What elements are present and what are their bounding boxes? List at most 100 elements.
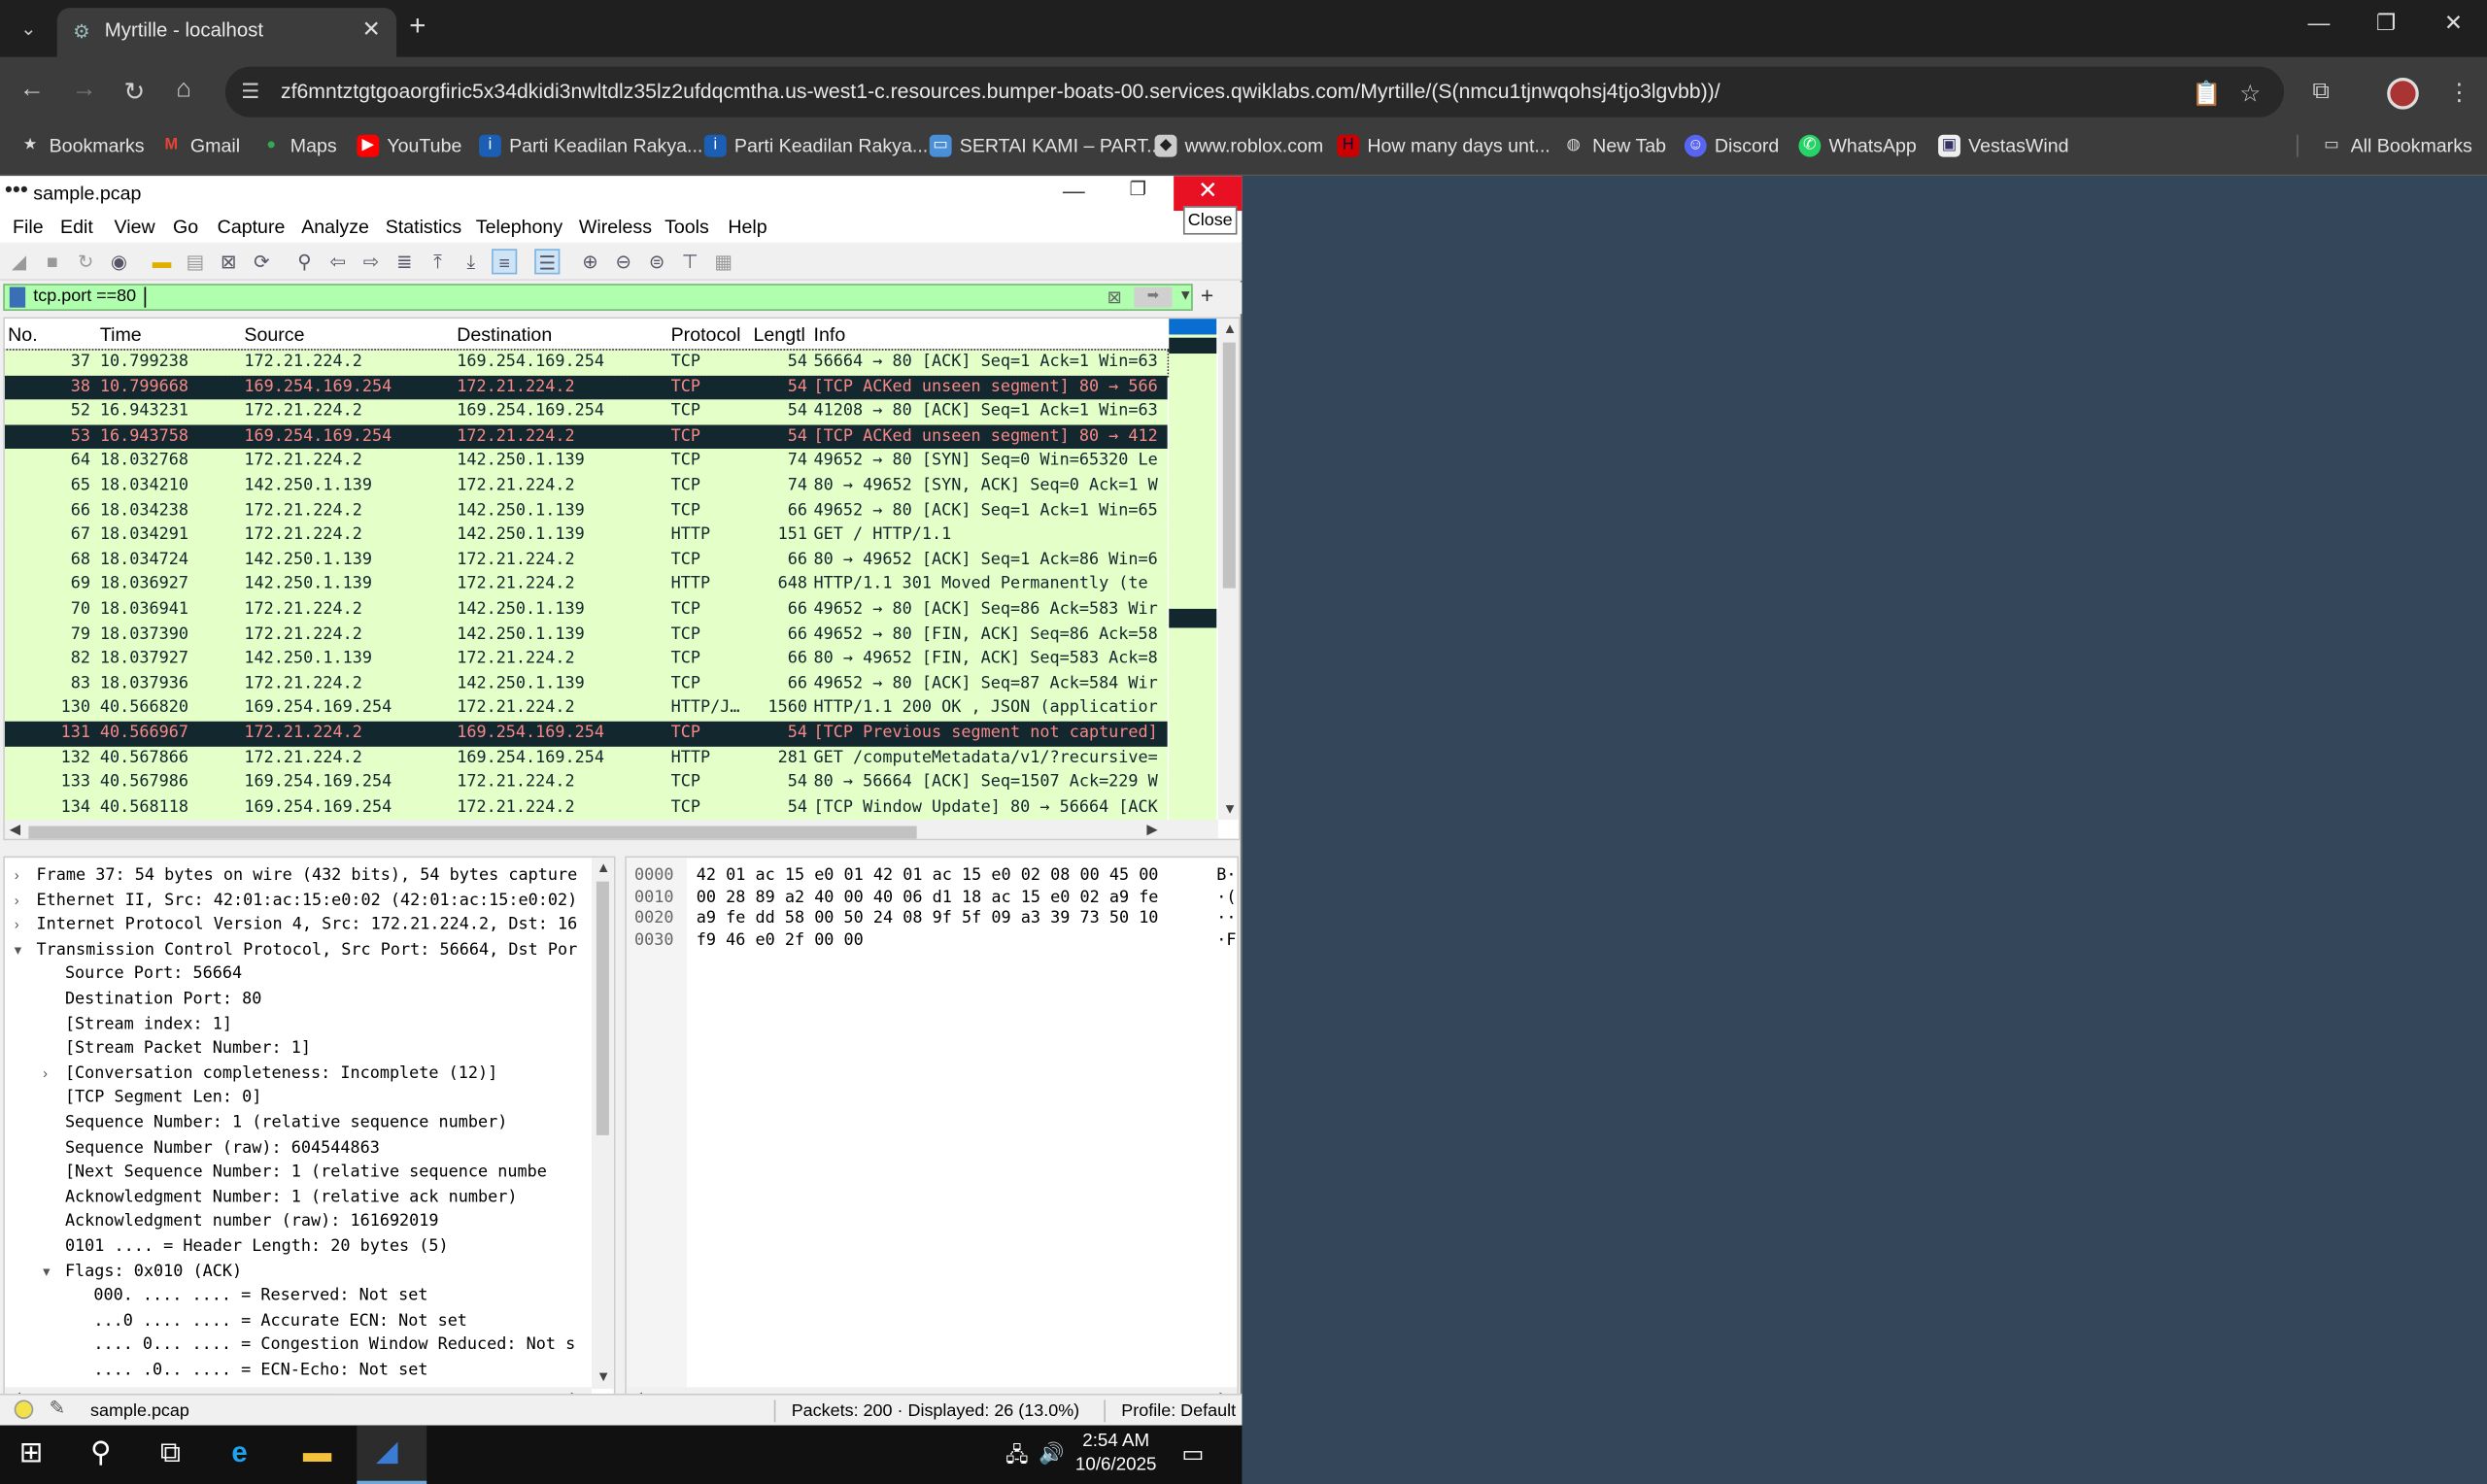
detail-line[interactable]: Sequence Number: 1 (relative sequence nu…	[65, 1113, 507, 1137]
windows-start-icon[interactable]: ⊞	[19, 1436, 44, 1469]
back-icon[interactable]: ←	[19, 76, 45, 104]
bookmark-maps[interactable]: ● Maps	[260, 135, 336, 157]
save-file-icon[interactable]: ▤	[183, 249, 208, 274]
packet-row[interactable]: 37 10.799238 172.21.224.2 169.254.169.254 TC…	[4, 349, 1170, 377]
status-profile[interactable]: Profile: Default	[1121, 1401, 1236, 1421]
menu-analyze[interactable]: Analyze	[301, 216, 369, 238]
menu-view[interactable]: View	[115, 216, 155, 238]
close-window-icon[interactable]: ✕	[2444, 10, 2463, 37]
go-back-icon[interactable]: ⇦	[325, 249, 351, 274]
tab-search-chevron-icon[interactable]: ⌄	[10, 10, 48, 48]
search-icon[interactable]: ⚲	[90, 1436, 112, 1469]
packet-row[interactable]: 66 18.034238 172.21.224.2 142.250.1.139 TCP 6…	[4, 498, 1168, 524]
bookmark-vestaswind[interactable]: ▣ VestasWind	[1938, 134, 2069, 157]
bytes-ascii[interactable]: B·	[1216, 865, 1236, 885]
clipboard-icon[interactable]: 📋	[2192, 80, 2222, 108]
detail-line[interactable]: [Stream index: 1]	[65, 1014, 232, 1038]
packet-row[interactable]: 82 18.037927 142.250.1.139 172.21.224.2 TCP 6…	[4, 647, 1168, 672]
new-tab-icon[interactable]: +	[409, 10, 426, 43]
profile-avatar[interactable]	[2387, 77, 2419, 110]
menu-statistics[interactable]: Statistics	[386, 216, 461, 238]
packet-row[interactable]: 133 40.567986 169.254.169.254 172.21.224.2 T…	[4, 770, 1168, 796]
internet-explorer-icon[interactable]: e	[231, 1436, 247, 1469]
col-source[interactable]: Source	[244, 323, 304, 346]
detail-line[interactable]: 0101 .... = Header Length: 20 bytes (5)	[65, 1236, 449, 1261]
col-no[interactable]: No.	[8, 323, 38, 346]
packet-row[interactable]: 130 40.566820 169.254.169.254 172.21.224.2 H…	[4, 696, 1168, 722]
network-icon[interactable]: 🖧	[1005, 1441, 1029, 1476]
detail-line[interactable]: ...0 .... .... = Accurate ECN: Not set	[93, 1311, 467, 1335]
stop-capture-icon[interactable]: ■	[40, 249, 65, 274]
expert-info-icon[interactable]	[14, 1400, 34, 1420]
detail-line[interactable]: .... 0... .... = Congestion Window Reduc…	[93, 1335, 575, 1360]
add-filter-button-icon[interactable]: +	[1201, 283, 1213, 308]
menu-wireless[interactable]: Wireless	[579, 216, 652, 238]
menu-capture[interactable]: Capture	[218, 216, 286, 238]
home-icon[interactable]: ⌂	[176, 76, 191, 104]
packet-row[interactable]: 68 18.034724 142.250.1.139 172.21.224.2 TCP 6…	[4, 548, 1168, 573]
bytes-hex[interactable]: 42 01 ac 15 e0 01 42 01 ac 15 e0 02 08 0…	[697, 865, 1159, 885]
detail-line[interactable]: Flags: 0x010 (ACK)	[65, 1262, 242, 1286]
packet-list-hscroll[interactable]: ◀ ▶	[4, 819, 1218, 839]
task-view-icon[interactable]: ⧉	[160, 1436, 181, 1469]
close-file-icon[interactable]: ⊠	[216, 249, 241, 274]
packet-row[interactable]: 79 18.037390 172.21.224.2 142.250.1.139 TCP 6…	[4, 622, 1168, 648]
menu-help[interactable]: Help	[728, 216, 767, 238]
bytes-hex[interactable]: a9 fe dd 58 00 50 24 08 9f 5f 09 a3 39 7…	[697, 909, 1159, 928]
menu-go[interactable]: Go	[173, 216, 198, 238]
menu-file[interactable]: File	[13, 216, 44, 238]
bookmark-bookmarks[interactable]: ★ Bookmarks	[19, 135, 145, 157]
wireshark-taskbar-button[interactable]: ◢	[357, 1425, 427, 1484]
detail-line[interactable]: Sequence Number (raw): 604544863	[65, 1137, 380, 1162]
detail-line[interactable]: [TCP Segment Len: 0]	[65, 1089, 261, 1113]
bookmark-parti-2[interactable]: i Parti Keadilan Rakya...	[703, 134, 928, 157]
detail-line[interactable]: Internet Protocol Version 4, Src: 172.21…	[37, 915, 578, 939]
normal-size-icon[interactable]: ⊜	[644, 249, 669, 274]
filter-history-icon[interactable]: ▼	[1178, 287, 1193, 302]
detail-line[interactable]: Transmission Control Protocol, Src Port:…	[37, 940, 578, 964]
minimize-icon[interactable]: —	[2308, 10, 2331, 35]
packet-row[interactable]: 65 18.034210 142.250.1.139 172.21.224.2 TCP 7…	[4, 474, 1168, 499]
go-to-packet-icon[interactable]: ≣	[392, 249, 417, 274]
ws-maximize-icon[interactable]: ❐	[1129, 178, 1146, 200]
go-forward-icon[interactable]: ⇨	[358, 249, 384, 274]
packet-row[interactable]: 53 16.943758 169.254.169.254 172.21.224.2 TC…	[4, 424, 1168, 450]
detail-line[interactable]: [Conversation completeness: Incomplete (…	[65, 1063, 497, 1088]
detail-line[interactable]: Acknowledgment number (raw): 161692019	[65, 1212, 439, 1236]
bookmark-howmanydays[interactable]: H How many days unt...	[1337, 134, 1550, 157]
detail-line[interactable]: Source Port: 56664	[65, 964, 242, 989]
find-packet-icon[interactable]: ⚲	[291, 249, 317, 274]
menu-tools[interactable]: Tools	[664, 216, 709, 238]
packet-row[interactable]: 67 18.034291 172.21.224.2 142.250.1.139 HTTP…	[4, 523, 1168, 549]
packet-row[interactable]: 132 40.567866 172.21.224.2 169.254.169.254 H…	[4, 746, 1168, 771]
bookmark-gmail[interactable]: M Gmail	[160, 135, 241, 157]
packet-row[interactable]: 69 18.036927 142.250.1.139 172.21.224.2 HTTP…	[4, 572, 1168, 598]
menu-icon[interactable]: ⋮	[2447, 78, 2470, 107]
browser-tab[interactable]: ⚙ Myrtille - localhost ✕	[56, 8, 397, 57]
col-destination[interactable]: Destination	[457, 323, 552, 346]
apply-filter-icon[interactable]: ➡	[1134, 287, 1173, 308]
detail-line[interactable]: [Next Sequence Number: 1 (relative seque…	[65, 1163, 547, 1187]
detail-line[interactable]: Acknowledgment Number: 1 (relative ack n…	[65, 1187, 518, 1211]
scroll-thumb[interactable]	[28, 826, 917, 839]
packet-row[interactable]: 52 16.943231 172.21.224.2 169.254.169.254 TC…	[4, 399, 1168, 425]
forward-icon[interactable]: →	[71, 76, 96, 104]
menu-edit[interactable]: Edit	[60, 216, 93, 238]
bookmark-roblox[interactable]: ◆ www.roblox.com	[1154, 134, 1323, 157]
filter-bookmark-icon[interactable]	[9, 287, 26, 308]
packet-minimap[interactable]	[1169, 319, 1217, 820]
detail-line[interactable]: [Stream Packet Number: 1]	[65, 1039, 311, 1063]
address-bar[interactable]: ☰ zf6mntztgtgoaorgfiric5x34dkidi3nwltdlz…	[224, 66, 2285, 118]
details-vscroll[interactable]: ▲ ▼	[591, 858, 614, 1390]
extensions-icon[interactable]: ⧉	[2312, 78, 2330, 105]
first-packet-icon[interactable]: ⤒	[426, 249, 451, 274]
restart-capture-icon[interactable]: ↻	[73, 249, 98, 274]
detail-line[interactable]: Frame 37: 54 bytes on wire (432 bits), 5…	[37, 865, 578, 890]
col-time[interactable]: Time	[100, 323, 142, 346]
bookmark-discord[interactable]: ☺ Discord	[1684, 134, 1779, 157]
scroll-thumb[interactable]	[596, 881, 609, 1135]
capture-options-icon[interactable]: ◉	[106, 249, 131, 274]
packet-row[interactable]: 131 40.566967 172.21.224.2 169.254.169.254 T…	[4, 721, 1168, 747]
star-icon[interactable]: ☆	[2239, 80, 2261, 108]
bytes-ascii[interactable]: ·(	[1216, 888, 1236, 907]
